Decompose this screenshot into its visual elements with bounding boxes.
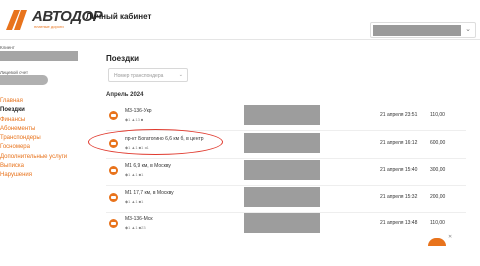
sidebar-item-home[interactable]: Главная — [0, 97, 67, 106]
header: АВТОДОР платные дороги Личный кабинет ⌄ — [0, 0, 480, 40]
sidebar-item-trips[interactable]: Поездки — [0, 106, 67, 115]
sidebar-item-subscriptions[interactable]: Абонементы — [0, 125, 67, 134]
trip-meta: ◆1 ▲1 ■1 — [125, 199, 144, 204]
sidebar-item-violations[interactable]: Нарушения — [0, 171, 67, 180]
logo-subtitle: платные дороги — [34, 24, 64, 29]
trip-date: 21 апреля 13:48 — [380, 220, 418, 226]
trip-row[interactable]: М3-136-Укр ◆1 ▲13 ■ 21 апреля 23:51 110,… — [106, 105, 466, 131]
car-icon — [109, 193, 118, 202]
redacted-transponder — [244, 105, 320, 125]
support-widget[interactable]: ✕ — [428, 234, 454, 248]
trip-name: М3-136-Мск — [125, 216, 153, 222]
row-divider — [106, 158, 466, 159]
trip-row[interactable]: М1 17,7 км, в Москву ◆1 ▲1 ■1 21 апреля … — [106, 187, 466, 213]
redacted-account-number — [0, 75, 48, 85]
trip-amount: 300,00 — [430, 167, 446, 173]
trip-name: М1 6,9 км, в Москву — [125, 163, 171, 169]
widget-logo-icon — [428, 238, 446, 246]
sidebar-item-statement[interactable]: Выписка — [0, 162, 67, 171]
trip-meta: ◆1 ▲1 ■1 — [125, 172, 144, 177]
car-icon — [109, 166, 118, 175]
car-icon — [109, 219, 118, 228]
avtodor-logo[interactable]: АВТОДОР платные дороги — [4, 6, 103, 34]
trip-meta: ◆1 ▲13 ■ — [125, 117, 144, 122]
sidebar-item-finance[interactable]: Финансы — [0, 116, 67, 125]
trip-amount: 200,00 — [430, 194, 446, 200]
road-icon — [6, 10, 27, 30]
trip-name: М1 17,7 км, в Москву — [125, 190, 174, 196]
redacted-transponder — [244, 213, 320, 233]
redacted-transponder — [244, 160, 320, 180]
page-title: Личный кабинет — [86, 12, 152, 21]
redacted-transponder — [244, 187, 320, 207]
sidebar-item-plates[interactable]: Госномера — [0, 143, 67, 152]
trip-meta: ◆1 ▲1 ■23 — [125, 225, 146, 230]
sidebar: Клиент Лицевой счет Главная Поездки Фина… — [0, 41, 98, 266]
trip-amount: 600,00 — [430, 140, 446, 146]
chevron-down-icon: ⌄ — [178, 72, 183, 78]
trip-amount: 110,00 — [430, 112, 445, 118]
trip-date: 21 апреля 23:51 — [380, 112, 418, 118]
redacted-user-name — [373, 25, 461, 36]
client-label: Клиент — [0, 45, 15, 50]
transponder-select[interactable]: Номер транспондера ⌄ — [108, 68, 188, 82]
row-divider — [106, 185, 466, 186]
user-dropdown[interactable]: ⌄ — [370, 22, 476, 38]
month-heading: Апрель 2024 — [106, 92, 144, 98]
section-title: Поездки — [106, 54, 140, 63]
highlight-circle — [88, 129, 223, 155]
sidebar-item-services[interactable]: Дополнительные услуги — [0, 153, 67, 162]
trip-date: 21 апреля 16:12 — [380, 140, 418, 146]
redacted-transponder — [244, 133, 320, 153]
trip-amount: 110,00 — [430, 220, 445, 226]
redacted-client-name — [0, 51, 78, 61]
trip-row[interactable]: М1 6,9 км, в Москву ◆1 ▲1 ■1 21 апреля 1… — [106, 160, 466, 186]
sidebar-nav: Главная Поездки Финансы Абонементы Транс… — [0, 97, 67, 181]
trip-date: 21 апреля 15:32 — [380, 194, 418, 200]
trip-row[interactable]: М3-136-Мск ◆1 ▲1 ■23 21 апреля 13:48 110… — [106, 213, 466, 235]
car-icon — [109, 111, 118, 120]
close-icon[interactable]: ✕ — [448, 234, 452, 240]
transponder-select-placeholder: Номер транспондера — [114, 73, 164, 79]
chevron-down-icon: ⌄ — [465, 26, 471, 33]
sidebar-item-transponders[interactable]: Транспондеры — [0, 134, 67, 143]
trip-name: М3-136-Укр — [125, 108, 152, 114]
trip-date: 21 апреля 15:40 — [380, 167, 418, 173]
